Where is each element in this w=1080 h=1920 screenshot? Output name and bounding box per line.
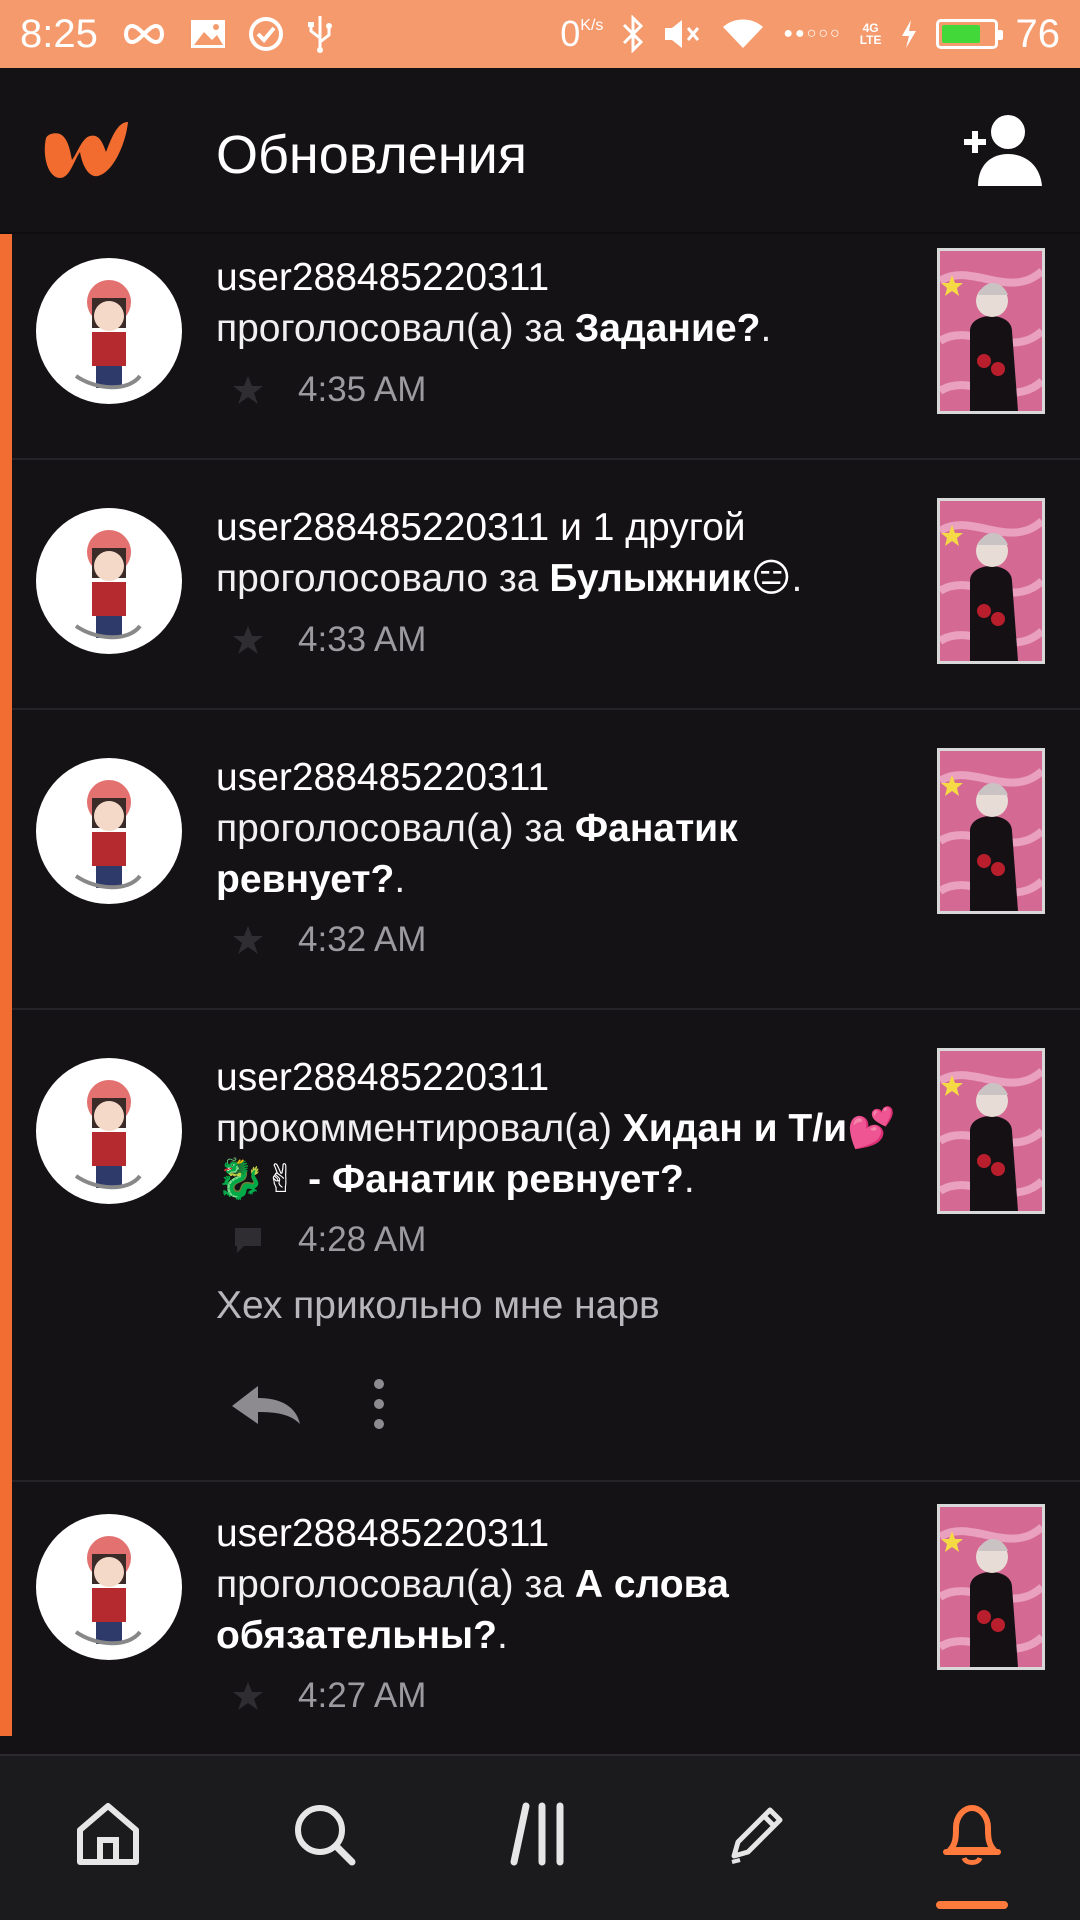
status-time: 8:25: [20, 11, 98, 56]
story-cover[interactable]: [937, 1504, 1045, 1670]
story-cover[interactable]: [937, 748, 1045, 914]
reply-icon[interactable]: [228, 1376, 304, 1436]
feed-item[interactable]: user288485220311 проголосовал(а) за Зада…: [12, 234, 1080, 460]
add-user-icon[interactable]: [960, 112, 1044, 188]
more-options-icon[interactable]: [364, 1376, 394, 1436]
write-icon: [731, 1807, 783, 1864]
story-title[interactable]: Булыжник😑: [549, 557, 791, 600]
signal-icon: ●●○○○: [783, 25, 842, 42]
star-icon: [233, 626, 263, 654]
active-tab-indicator: [936, 1901, 1008, 1909]
infinity-icon: [120, 20, 168, 48]
timestamp: 4:33 AM: [298, 620, 427, 659]
wifi-icon: [721, 18, 765, 50]
username[interactable]: user288485220311: [216, 1056, 549, 1099]
comment-icon: [235, 1228, 261, 1253]
network-type: 4G LTE: [859, 21, 882, 47]
notifications-feed: user288485220311 проголосовал(а) за Зада…: [0, 234, 1080, 1754]
star-icon: [233, 376, 263, 404]
feed-text: user288485220311 и 1 другой проголосовал…: [216, 506, 803, 600]
search-icon: [295, 1805, 356, 1866]
feed-text: user288485220311 прокомментировал(а) Хид…: [216, 1056, 896, 1201]
feed-text: user288485220311 проголосовал(а) за Зада…: [216, 256, 772, 350]
nav-home[interactable]: [68, 1794, 148, 1874]
nav-search[interactable]: [284, 1794, 364, 1874]
star-icon: [233, 926, 263, 954]
feed-item[interactable]: user288485220311 и 1 другой проголосовал…: [12, 462, 1080, 710]
feed-text: user288485220311 проголосовал(а) за А сл…: [216, 1512, 729, 1657]
avatar[interactable]: [36, 758, 182, 904]
item-meta: 4:33 AM: [232, 620, 426, 660]
battery-icon: [935, 19, 1003, 49]
timestamp: 4:32 AM: [298, 920, 427, 959]
username[interactable]: user288485220311: [216, 1512, 549, 1555]
item-meta: 4:35 AM: [232, 370, 426, 410]
avatar[interactable]: [36, 1058, 182, 1204]
timestamp: 4:35 AM: [298, 370, 427, 409]
story-cover[interactable]: [937, 1048, 1045, 1214]
item-meta: 4:28 AM: [232, 1220, 426, 1260]
story-title[interactable]: Задание?: [575, 307, 761, 350]
feed-text: user288485220311 проголосовал(а) за Фана…: [216, 756, 738, 901]
avatar[interactable]: [36, 508, 182, 654]
library-icon: [510, 1802, 564, 1866]
app-bar: Обновления: [0, 68, 1080, 234]
feed-item[interactable]: user288485220311 прокомментировал(а) Хид…: [12, 1012, 1080, 1482]
comment-text: Хех прикольно мне нарв: [216, 1284, 660, 1327]
page-title: Обновления: [216, 125, 528, 185]
timestamp: 4:27 AM: [298, 1676, 427, 1715]
feed-item[interactable]: user288485220311 проголосовал(а) за А сл…: [12, 1484, 1080, 1754]
notifications-icon: [943, 1805, 1001, 1865]
network-speed: 0 K/s: [560, 13, 604, 54]
accent-rail: [0, 234, 12, 1736]
nav-library[interactable]: [500, 1794, 580, 1874]
item-meta: 4:32 AM: [232, 920, 426, 960]
star-icon: [233, 1682, 263, 1710]
home-icon: [77, 1803, 139, 1865]
username[interactable]: user288485220311: [216, 256, 549, 299]
bluetooth-icon: [621, 15, 645, 53]
username[interactable]: user288485220311 и 1 другой: [216, 506, 746, 549]
avatar[interactable]: [36, 258, 182, 404]
battery-percent: 76: [1015, 11, 1061, 56]
mute-icon: [663, 17, 703, 51]
usb-icon: [306, 14, 334, 54]
story-cover[interactable]: [937, 498, 1045, 664]
nav-notifications[interactable]: [932, 1794, 1012, 1874]
avatar[interactable]: [36, 1514, 182, 1660]
story-cover[interactable]: [937, 248, 1045, 414]
status-bar: 8:25 0 K/s ●●○○○ 4G LTE 76: [0, 0, 1080, 68]
charging-icon: [900, 19, 918, 49]
bottom-nav: [0, 1754, 1080, 1920]
check-circle-icon: [248, 16, 284, 52]
timestamp: 4:28 AM: [298, 1220, 427, 1259]
nav-write[interactable]: [716, 1794, 796, 1874]
item-meta: 4:27 AM: [232, 1676, 426, 1716]
feed-item[interactable]: user288485220311 проголосовал(а) за Фана…: [12, 712, 1080, 1010]
image-icon: [190, 18, 226, 50]
wattpad-logo[interactable]: [36, 112, 132, 192]
username[interactable]: user288485220311: [216, 756, 549, 799]
